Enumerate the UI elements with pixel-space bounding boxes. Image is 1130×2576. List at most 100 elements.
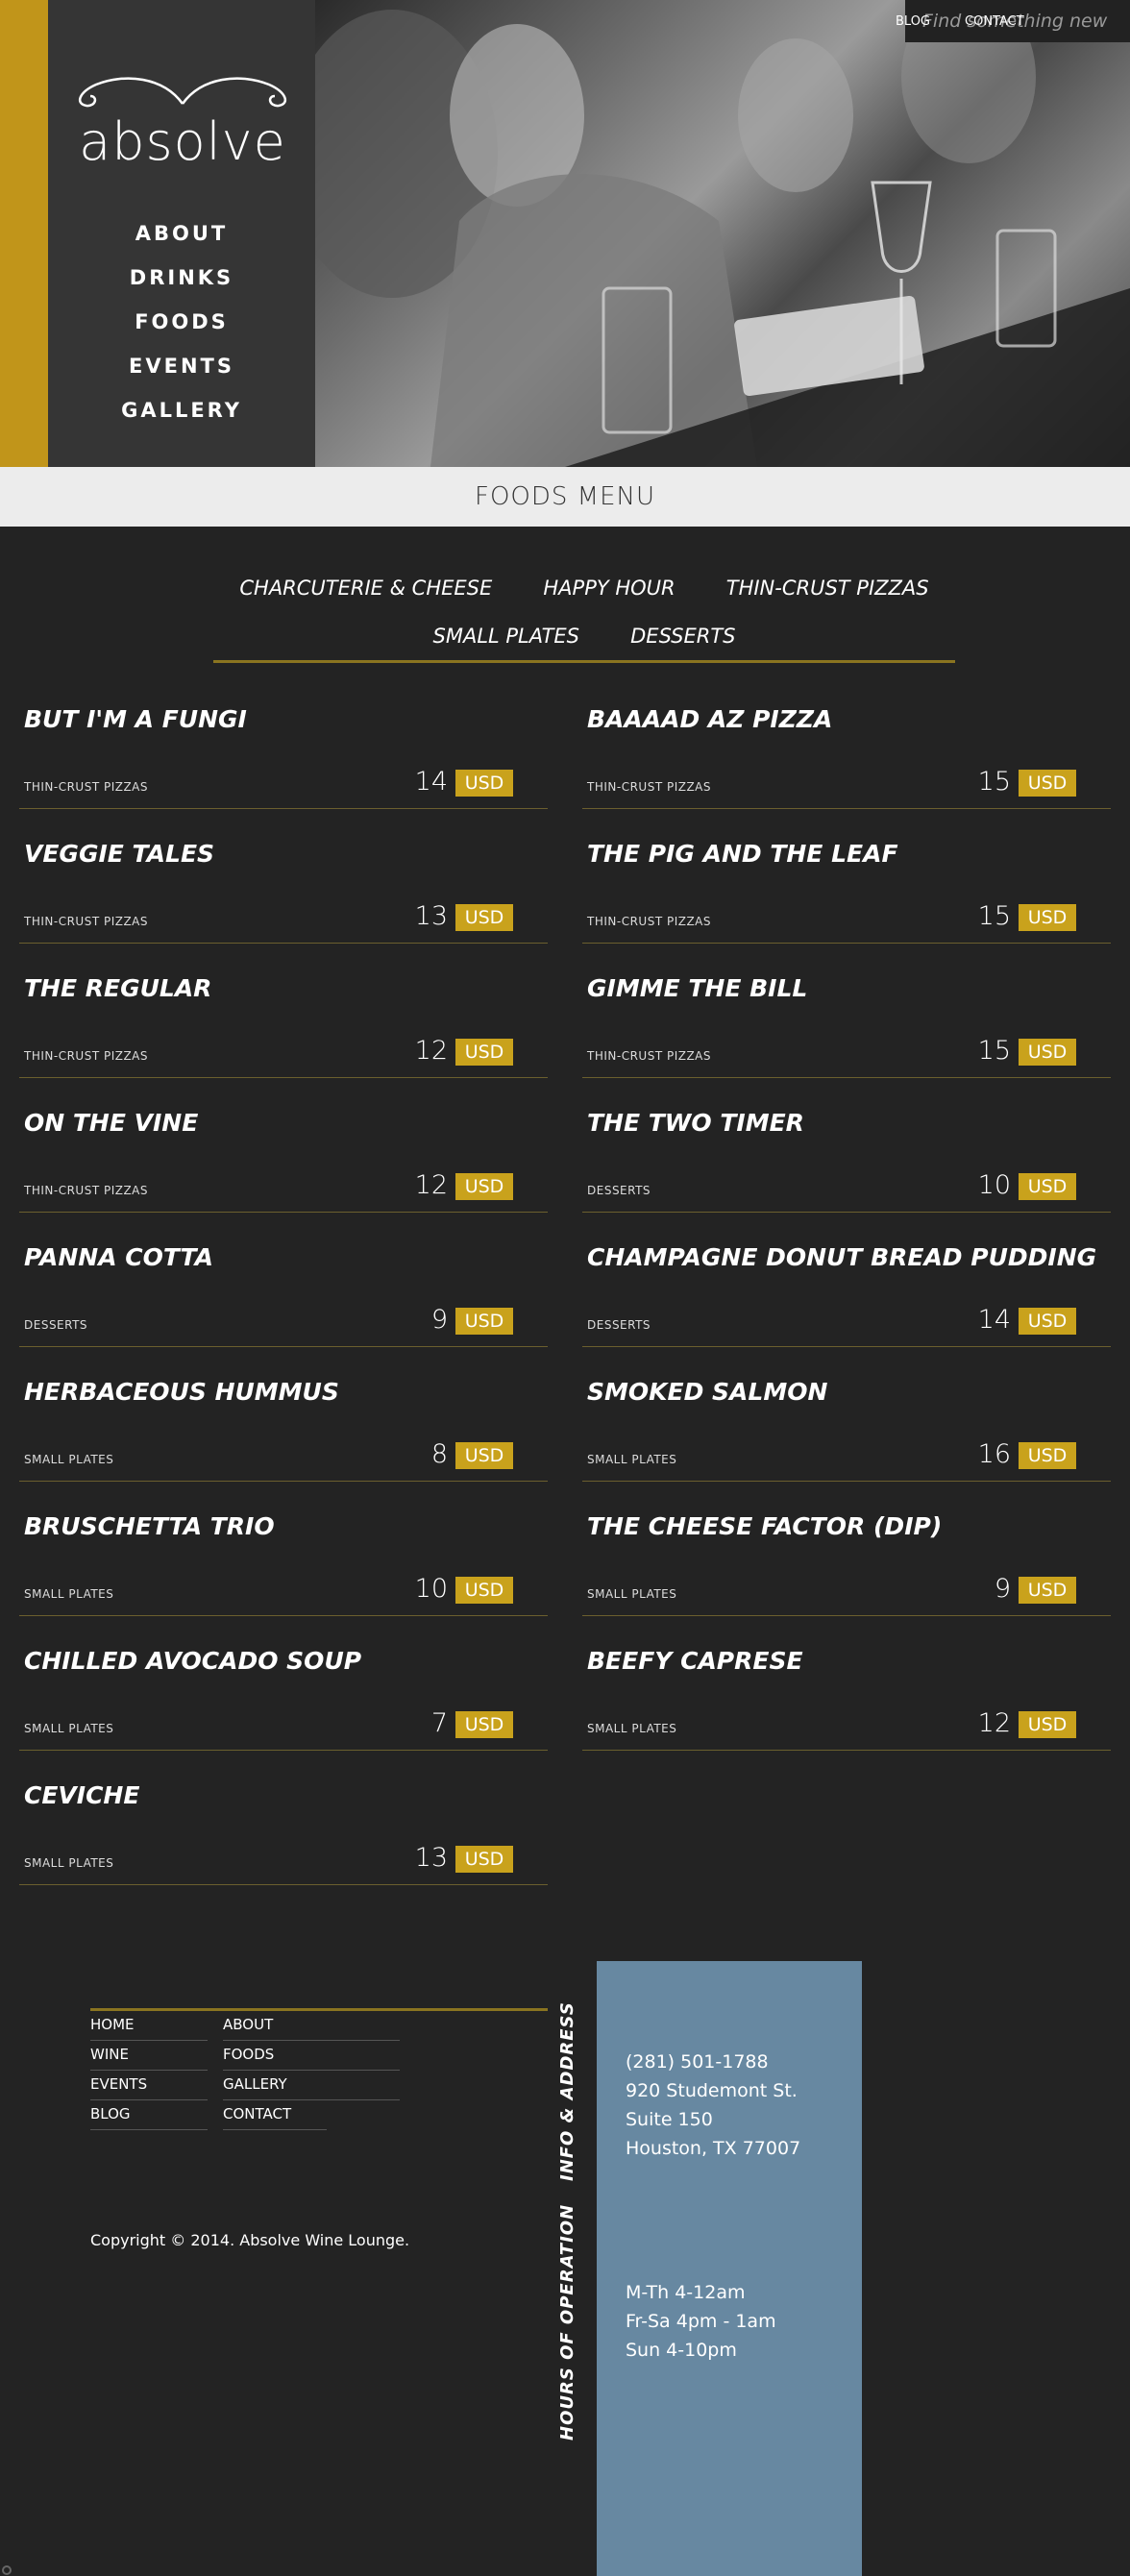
menu-item[interactable]: THE TWO TIMER DESSERTS 10 USD xyxy=(582,1099,1111,1213)
item-category: DESSERTS xyxy=(24,1318,88,1332)
main-nav: ABOUT DRINKS FOODS EVENTS GALLERY xyxy=(48,215,315,436)
filter-row: CHARCUTERIE & CHEESE HAPPY HOUR THIN-CRU… xyxy=(213,569,955,617)
footer-row: WINE FOODS xyxy=(90,2041,548,2071)
item-price: 12 xyxy=(414,1170,448,1200)
currency-badge: USD xyxy=(455,1308,513,1335)
menu-item[interactable]: CHILLED AVOCADO SOUP SMALL PLATES 7 USD xyxy=(19,1637,548,1751)
footer-row: HOME ABOUT xyxy=(90,2011,548,2041)
currency-badge: USD xyxy=(1019,1308,1076,1335)
nav-item-foods[interactable]: FOODS xyxy=(48,304,315,348)
menu-item[interactable]: THE CHEESE FACTOR (DIP) SMALL PLATES 9 U… xyxy=(582,1503,1111,1616)
address-block: (281) 501-1788 920 Studemont St. Suite 1… xyxy=(626,2048,800,2163)
address-line: 920 Studemont St. xyxy=(626,2080,798,2101)
nav-item-drinks[interactable]: DRINKS xyxy=(48,259,315,304)
footer-link-blog[interactable]: BLOG xyxy=(90,2105,208,2130)
item-category: THIN-CRUST PIZZAS xyxy=(24,915,149,928)
menu-item[interactable]: BUT I'M A FUNGI THIN-CRUST PIZZAS 14 USD xyxy=(19,696,548,809)
menu-item[interactable]: THE REGULAR THIN-CRUST PIZZAS 12 USD xyxy=(19,965,548,1078)
currency-badge: USD xyxy=(1019,1711,1076,1738)
hours-block: M-Th 4-12am Fr-Sa 4pm - 1am Sun 4-10pm xyxy=(626,2278,776,2365)
item-name: THE CHEESE FACTOR (DIP) xyxy=(587,1512,943,1540)
footer-link-about[interactable]: ABOUT xyxy=(223,2016,400,2041)
nav-item-about[interactable]: ABOUT xyxy=(48,215,315,259)
top-links: BLOG CONTACT xyxy=(896,0,1059,42)
filter-row: SMALL PLATES DESSERTS xyxy=(213,617,955,665)
item-category: THIN-CRUST PIZZAS xyxy=(24,1049,149,1063)
item-category: SMALL PLATES xyxy=(587,1453,677,1466)
item-price: 10 xyxy=(977,1170,1011,1200)
menu-item[interactable]: ON THE VINE THIN-CRUST PIZZAS 12 USD xyxy=(19,1099,548,1213)
filter-desserts[interactable]: DESSERTS xyxy=(630,617,735,655)
menu-item[interactable]: GIMME THE BILL THIN-CRUST PIZZAS 15 USD xyxy=(582,965,1111,1078)
item-name: CHILLED AVOCADO SOUP xyxy=(24,1647,362,1675)
footer-link-wine[interactable]: WINE xyxy=(90,2046,208,2071)
category-filters: CHARCUTERIE & CHEESE HAPPY HOUR THIN-CRU… xyxy=(213,569,955,663)
menu-item[interactable]: HERBACEOUS HUMMUS SMALL PLATES 8 USD xyxy=(19,1368,548,1482)
item-price: 9 xyxy=(430,1305,448,1335)
menu-item[interactable]: CHAMPAGNE DONUT BREAD PUDDING DESSERTS 1… xyxy=(582,1234,1111,1347)
page-title: FOODS MENU xyxy=(474,482,655,511)
item-category: SMALL PLATES xyxy=(24,1856,114,1870)
menu-item[interactable]: BAAAAD AZ PIZZA THIN-CRUST PIZZAS 15 USD xyxy=(582,696,1111,809)
item-category: THIN-CRUST PIZZAS xyxy=(24,1184,149,1197)
item-name: BRUSCHETTA TRIO xyxy=(24,1512,275,1540)
hours-label: HOURS OF OPERATION xyxy=(557,2203,577,2441)
address-line: Houston, TX 77007 xyxy=(626,2138,801,2159)
item-price: 15 xyxy=(977,767,1011,797)
footer-link-foods[interactable]: FOODS xyxy=(223,2046,400,2071)
top-link-contact[interactable]: CONTACT xyxy=(965,0,1024,42)
item-price: 9 xyxy=(994,1574,1011,1604)
nav-item-events[interactable]: EVENTS xyxy=(48,348,315,392)
item-category: THIN-CRUST PIZZAS xyxy=(587,780,712,794)
item-category: SMALL PLATES xyxy=(24,1722,114,1735)
currency-badge: USD xyxy=(455,1173,513,1200)
item-name: BEEFY CAPRESE xyxy=(587,1647,803,1675)
info-panel: (281) 501-1788 920 Studemont St. Suite 1… xyxy=(597,1961,862,2576)
address-line: Suite 150 xyxy=(626,2109,713,2130)
item-price: 7 xyxy=(430,1708,448,1738)
footer-link-contact[interactable]: CONTACT xyxy=(223,2105,327,2130)
hours-line: M-Th 4-12am xyxy=(626,2282,746,2303)
menu-item[interactable]: BRUSCHETTA TRIO SMALL PLATES 10 USD xyxy=(19,1503,548,1616)
site-logo[interactable]: absolve xyxy=(67,75,298,172)
item-name: VEGGIE TALES xyxy=(24,840,215,868)
item-category: DESSERTS xyxy=(587,1318,651,1332)
item-name: THE TWO TIMER xyxy=(587,1109,804,1137)
item-name: CHAMPAGNE DONUT BREAD PUDDING xyxy=(587,1243,1097,1271)
currency-badge: USD xyxy=(455,904,513,931)
item-name: BUT I'M A FUNGI xyxy=(24,705,247,733)
accent-bar xyxy=(0,0,48,467)
item-price: 10 xyxy=(414,1574,448,1604)
hero-image: BLOG CONTACT xyxy=(315,0,1130,467)
currency-badge: USD xyxy=(1019,1039,1076,1066)
nav-item-gallery[interactable]: GALLERY xyxy=(48,392,315,436)
settings-icon[interactable] xyxy=(2,2565,12,2575)
menu-item[interactable]: CEVICHE SMALL PLATES 13 USD xyxy=(19,1772,548,1885)
menu-item[interactable]: SMOKED SALMON SMALL PLATES 16 USD xyxy=(582,1368,1111,1482)
top-link-blog[interactable]: BLOG xyxy=(896,0,930,42)
footer-link-home[interactable]: HOME xyxy=(90,2016,208,2041)
phone-number[interactable]: (281) 501-1788 xyxy=(626,2048,800,2076)
info-address-label: INFO & ADDRESS xyxy=(557,2001,577,2181)
menu-item[interactable]: VEGGIE TALES THIN-CRUST PIZZAS 13 USD xyxy=(19,830,548,944)
footer-link-gallery[interactable]: GALLERY xyxy=(223,2075,400,2100)
filter-happy-hour[interactable]: HAPPY HOUR xyxy=(543,569,675,607)
item-name: CEVICHE xyxy=(24,1781,140,1809)
menu-item[interactable]: THE PIG AND THE LEAF THIN-CRUST PIZZAS 1… xyxy=(582,830,1111,944)
filter-small-plates[interactable]: SMALL PLATES xyxy=(433,617,580,655)
logo-text: absolve xyxy=(79,111,286,172)
footer-row: EVENTS GALLERY xyxy=(90,2071,548,2100)
filter-charcuterie-cheese[interactable]: CHARCUTERIE & CHEESE xyxy=(239,569,492,607)
menu-item[interactable]: PANNA COTTA DESSERTS 9 USD xyxy=(19,1234,548,1347)
item-name: THE REGULAR xyxy=(24,974,212,1002)
item-category: SMALL PLATES xyxy=(24,1587,114,1601)
currency-badge: USD xyxy=(455,770,513,797)
item-name: SMOKED SALMON xyxy=(587,1378,828,1406)
item-name: ON THE VINE xyxy=(24,1109,199,1137)
item-price: 14 xyxy=(414,767,448,797)
filter-thin-crust-pizzas[interactable]: THIN-CRUST PIZZAS xyxy=(726,569,929,607)
menu-item[interactable]: BEEFY CAPRESE SMALL PLATES 12 USD xyxy=(582,1637,1111,1751)
footer-link-events[interactable]: EVENTS xyxy=(90,2075,208,2100)
item-category: SMALL PLATES xyxy=(587,1587,677,1601)
hours-line: Fr-Sa 4pm - 1am xyxy=(626,2311,776,2332)
